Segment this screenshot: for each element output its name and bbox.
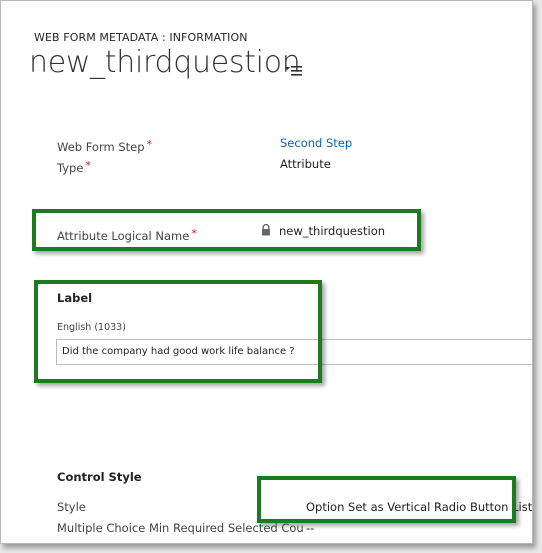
required-asterisk: * xyxy=(191,227,197,240)
required-asterisk: * xyxy=(146,138,153,151)
attribute-logical-name-label: Attribute Logical Name xyxy=(57,229,190,243)
multiple-choice-value[interactable]: -- xyxy=(306,521,314,535)
type-label: Type xyxy=(57,161,84,175)
attribute-logical-name-value: new_thirdquestion xyxy=(279,224,386,238)
required-asterisk: * xyxy=(85,159,91,172)
web-form-step-link[interactable]: Second Step xyxy=(280,136,352,150)
language-label: English (1033) xyxy=(57,322,126,333)
style-value[interactable]: Option Set as Vertical Radio Button List xyxy=(306,500,532,514)
form-selector-menu-icon[interactable] xyxy=(285,64,303,78)
record-title: new_thirdquestion xyxy=(29,45,301,80)
label-section-heading: Label xyxy=(57,291,93,305)
entity-label: WEB FORM METADATA : INFORMATION xyxy=(34,31,248,44)
style-label: Style xyxy=(57,500,86,514)
web-form-step-label-row: Web Form Step * xyxy=(57,136,152,155)
form-window: WEB FORM METADATA : INFORMATION new_thir… xyxy=(0,0,533,544)
type-value[interactable]: Attribute xyxy=(280,157,331,171)
attribute-logical-name-label-row: Attribute Logical Name * xyxy=(57,225,197,244)
control-style-section-heading: Control Style xyxy=(57,470,142,484)
label-text-field[interactable]: Did the company had good work life balan… xyxy=(56,339,532,365)
multiple-choice-label: Multiple Choice Min Required Selected Co… xyxy=(57,521,304,535)
lock-icon xyxy=(262,224,270,236)
web-form-step-label: Web Form Step xyxy=(57,140,145,154)
type-label-row: Type * xyxy=(57,157,91,176)
